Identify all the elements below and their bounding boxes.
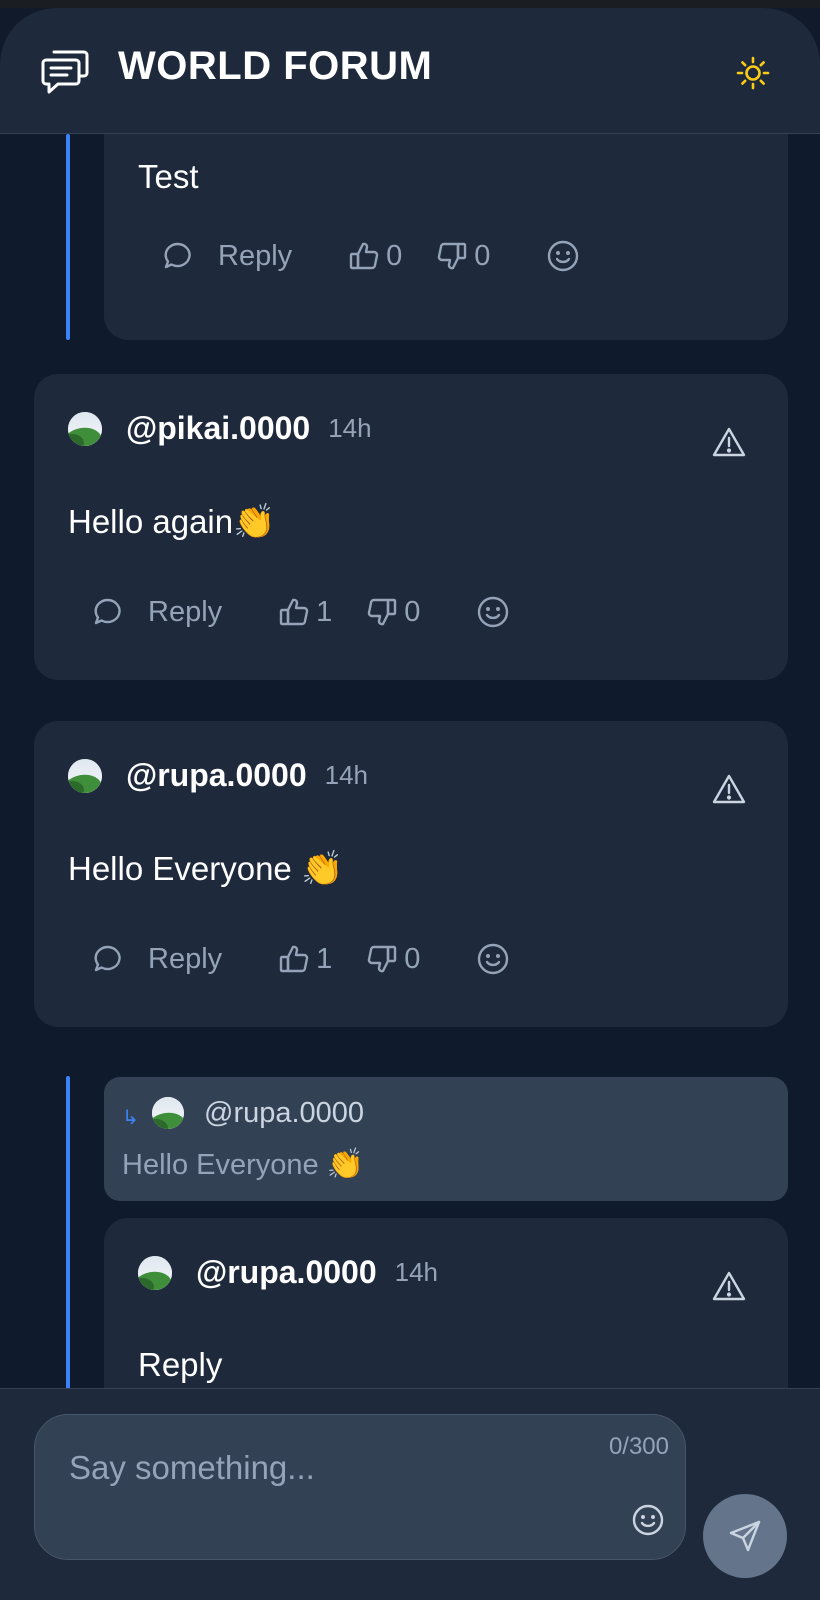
react-button[interactable] — [546, 239, 580, 273]
comment-actions: Reply 0 0 — [162, 236, 580, 276]
clapping-hands-emoji: 👏 — [300, 850, 344, 888]
comment-feed[interactable]: Test Reply 0 0 @pikai.0000 14h Hello aga… — [0, 134, 820, 1396]
like-button[interactable]: 0 — [348, 240, 402, 273]
smiley-icon[interactable] — [631, 1503, 665, 1537]
comment-text: Reply — [138, 1346, 223, 1383]
speech-bubble-icon — [164, 242, 191, 269]
app-title: WORLD FORUM — [118, 44, 433, 88]
thumbs-down-icon — [368, 598, 397, 626]
quoted-text: Hello Everyone 👏 — [122, 1147, 364, 1182]
thumbs-up-icon — [349, 242, 379, 270]
comment-author: @rupa.0000 14h — [138, 1254, 438, 1291]
reply-button[interactable]: Reply — [92, 596, 222, 629]
like-button[interactable]: 1 — [278, 596, 332, 629]
message-input[interactable]: Say something... 0/300 — [34, 1414, 686, 1560]
like-count: 1 — [316, 595, 333, 628]
comment-actions: Reply 1 0 — [92, 939, 510, 979]
reply-button[interactable]: Reply — [162, 240, 292, 273]
dislike-count: 0 — [404, 942, 421, 975]
reply-label: Reply — [218, 239, 293, 272]
username[interactable]: @pikai.0000 — [126, 410, 310, 447]
thread-line — [66, 134, 70, 340]
character-counter: 0/300 — [608, 1433, 669, 1460]
chat-bubbles-icon — [41, 50, 89, 94]
smiley-icon — [478, 596, 509, 628]
reply-button[interactable]: Reply — [92, 943, 222, 976]
speech-bubble-icon — [94, 598, 121, 625]
status-strip — [0, 0, 820, 8]
clapping-hands-emoji: 👏 — [326, 1148, 365, 1181]
comment-text: Hello Everyone 👏 — [68, 849, 343, 889]
sun-icon[interactable] — [736, 56, 770, 90]
react-button[interactable] — [476, 595, 510, 629]
quoted-comment[interactable]: ↳ @rupa.0000 Hello Everyone 👏 — [104, 1077, 788, 1201]
send-button[interactable] — [703, 1494, 787, 1578]
clapping-hands-emoji: 👏 — [233, 503, 276, 541]
app-window: WORLD FORUM Test Reply 0 0 @pikai.0000 1… — [0, 8, 820, 1600]
thumbs-down-icon — [368, 945, 397, 973]
comment-text: Hello again👏 — [68, 502, 275, 542]
reply-label: Reply — [148, 595, 223, 628]
thumbs-down-icon — [438, 242, 467, 270]
dislike-button[interactable]: 0 — [436, 240, 490, 273]
input-placeholder: Say something... — [69, 1449, 315, 1486]
speech-bubble-icon — [94, 945, 121, 972]
react-button[interactable] — [476, 942, 510, 976]
avatar[interactable] — [68, 758, 102, 793]
comment-card: Test Reply 0 0 — [104, 134, 788, 340]
report-icon[interactable] — [712, 1270, 746, 1302]
comment-card: @rupa.0000 14h Reply — [104, 1218, 788, 1396]
dislike-button[interactable]: 0 — [366, 596, 420, 629]
like-button[interactable]: 1 — [278, 943, 332, 976]
timestamp: 14h — [328, 413, 372, 443]
comment-text: Test — [138, 158, 199, 195]
comment-author: @pikai.0000 14h — [68, 410, 372, 447]
app-header: WORLD FORUM — [0, 8, 820, 134]
username[interactable]: @rupa.0000 — [196, 1254, 377, 1291]
dislike-button[interactable]: 0 — [366, 943, 420, 976]
dislike-count: 0 — [404, 595, 421, 628]
thread-line — [66, 1076, 70, 1396]
username[interactable]: @rupa.0000 — [126, 757, 307, 794]
avatar — [152, 1097, 184, 1129]
send-icon — [729, 1520, 761, 1552]
reply-label: Reply — [148, 942, 223, 975]
message-composer: Say something... 0/300 — [0, 1388, 820, 1600]
quoted-username: @rupa.0000 — [204, 1097, 365, 1129]
timestamp: 14h — [324, 760, 369, 790]
avatar[interactable] — [138, 1255, 172, 1290]
smiley-icon — [548, 240, 579, 272]
like-count: 1 — [316, 942, 333, 975]
comment-actions: Reply 1 0 — [92, 592, 510, 632]
dislike-count: 0 — [474, 239, 491, 272]
avatar[interactable] — [68, 411, 102, 446]
like-count: 0 — [386, 239, 403, 272]
comment-card: @rupa.0000 14h Hello Everyone 👏 Reply 1 — [34, 721, 788, 1027]
report-icon[interactable] — [712, 426, 746, 458]
comment-card: @pikai.0000 14h Hello again👏 Reply 1 0 — [34, 374, 788, 680]
reply-arrow-icon: ↳ — [122, 1107, 139, 1129]
report-icon[interactable] — [712, 773, 746, 805]
comment-author: @rupa.0000 14h — [68, 757, 368, 794]
smiley-icon — [478, 943, 509, 975]
thumbs-up-icon — [279, 598, 309, 626]
comment-message: Hello Everyone — [68, 850, 301, 887]
quoted-message: Hello Everyone — [122, 1149, 327, 1181]
timestamp: 14h — [394, 1257, 439, 1287]
comment-message: Hello again — [68, 503, 234, 540]
thumbs-up-icon — [279, 945, 309, 973]
